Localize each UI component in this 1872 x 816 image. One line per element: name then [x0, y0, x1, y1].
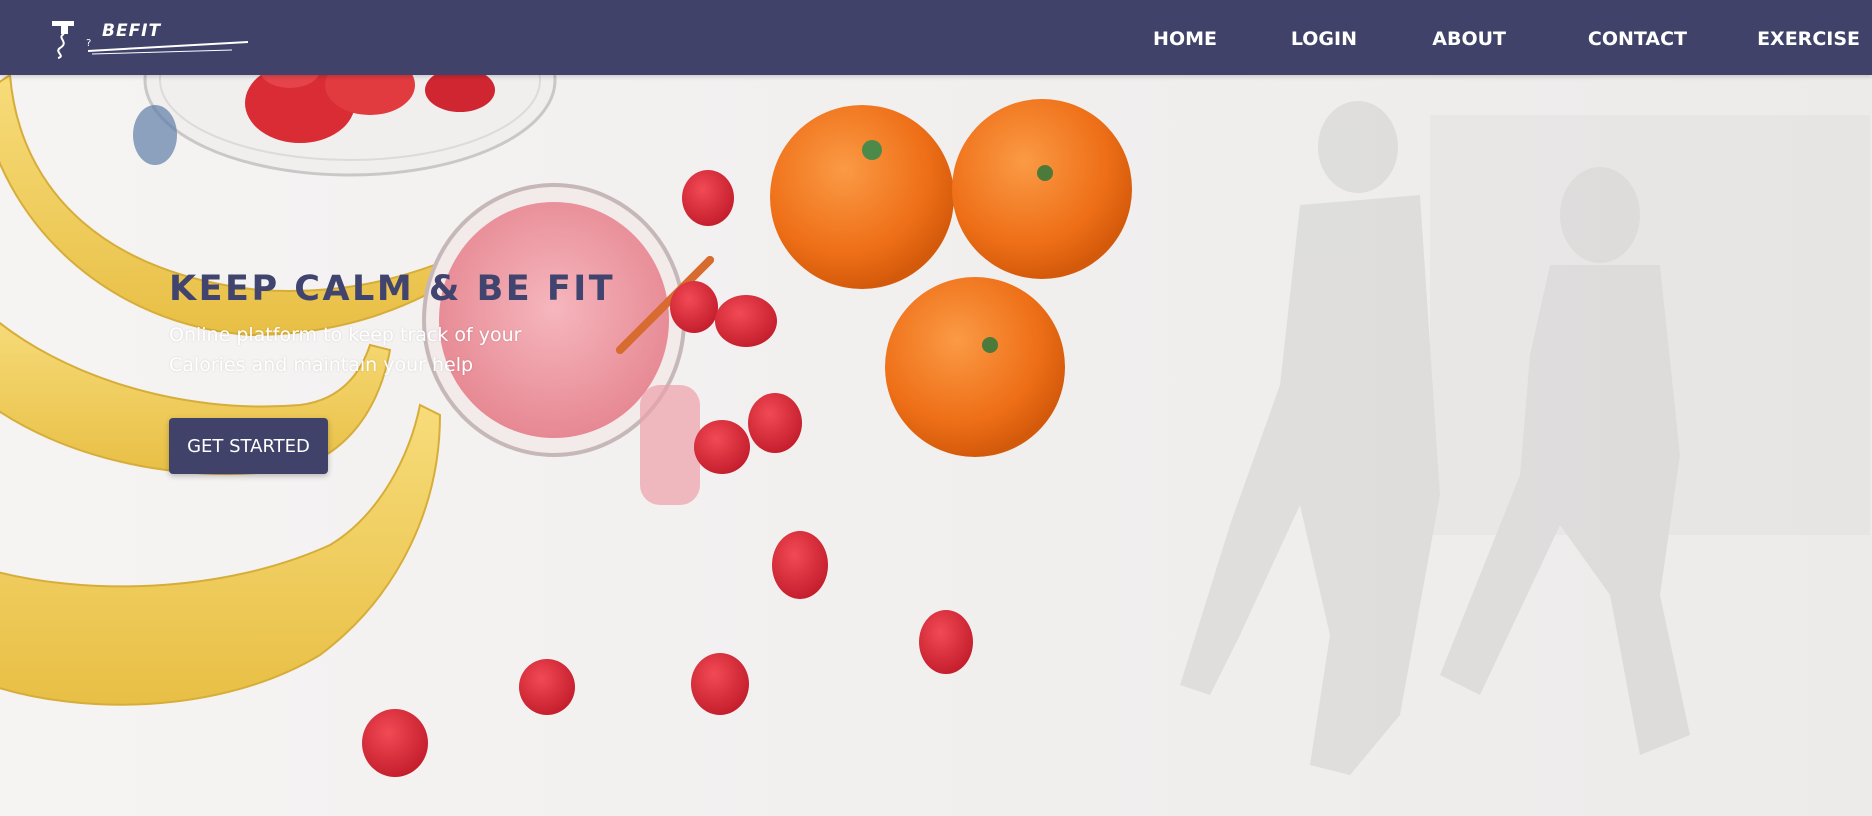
hero-subtitle-line-2: Calories and maintain your help: [169, 354, 474, 376]
nav-login-link[interactable]: LOGIN: [1291, 28, 1357, 50]
nav-about-link[interactable]: ABOUT: [1432, 28, 1506, 50]
hero-section: KEEP CALM & BE FIT Online platform to ke…: [0, 75, 1872, 816]
brand-logo[interactable]: ? BEFIT: [52, 18, 252, 62]
svg-text:?: ?: [86, 38, 91, 49]
hero-subtitle-line-1: Online platform to keep track of your: [169, 324, 522, 346]
top-navbar: ? BEFIT HOME LOGIN ABOUT CONTACT EXERCIS…: [0, 0, 1872, 75]
brand-name: BEFIT: [102, 21, 162, 41]
nav-contact-link[interactable]: CONTACT: [1588, 28, 1687, 50]
get-started-button[interactable]: GET STARTED: [169, 418, 328, 474]
nav-home-link[interactable]: HOME: [1153, 28, 1217, 50]
nav-exercise-link[interactable]: EXERCISE: [1757, 28, 1860, 50]
hero-title: KEEP CALM & BE FIT: [169, 269, 616, 309]
hero-subtitle: Online platform to keep track of your Ca…: [169, 320, 589, 380]
